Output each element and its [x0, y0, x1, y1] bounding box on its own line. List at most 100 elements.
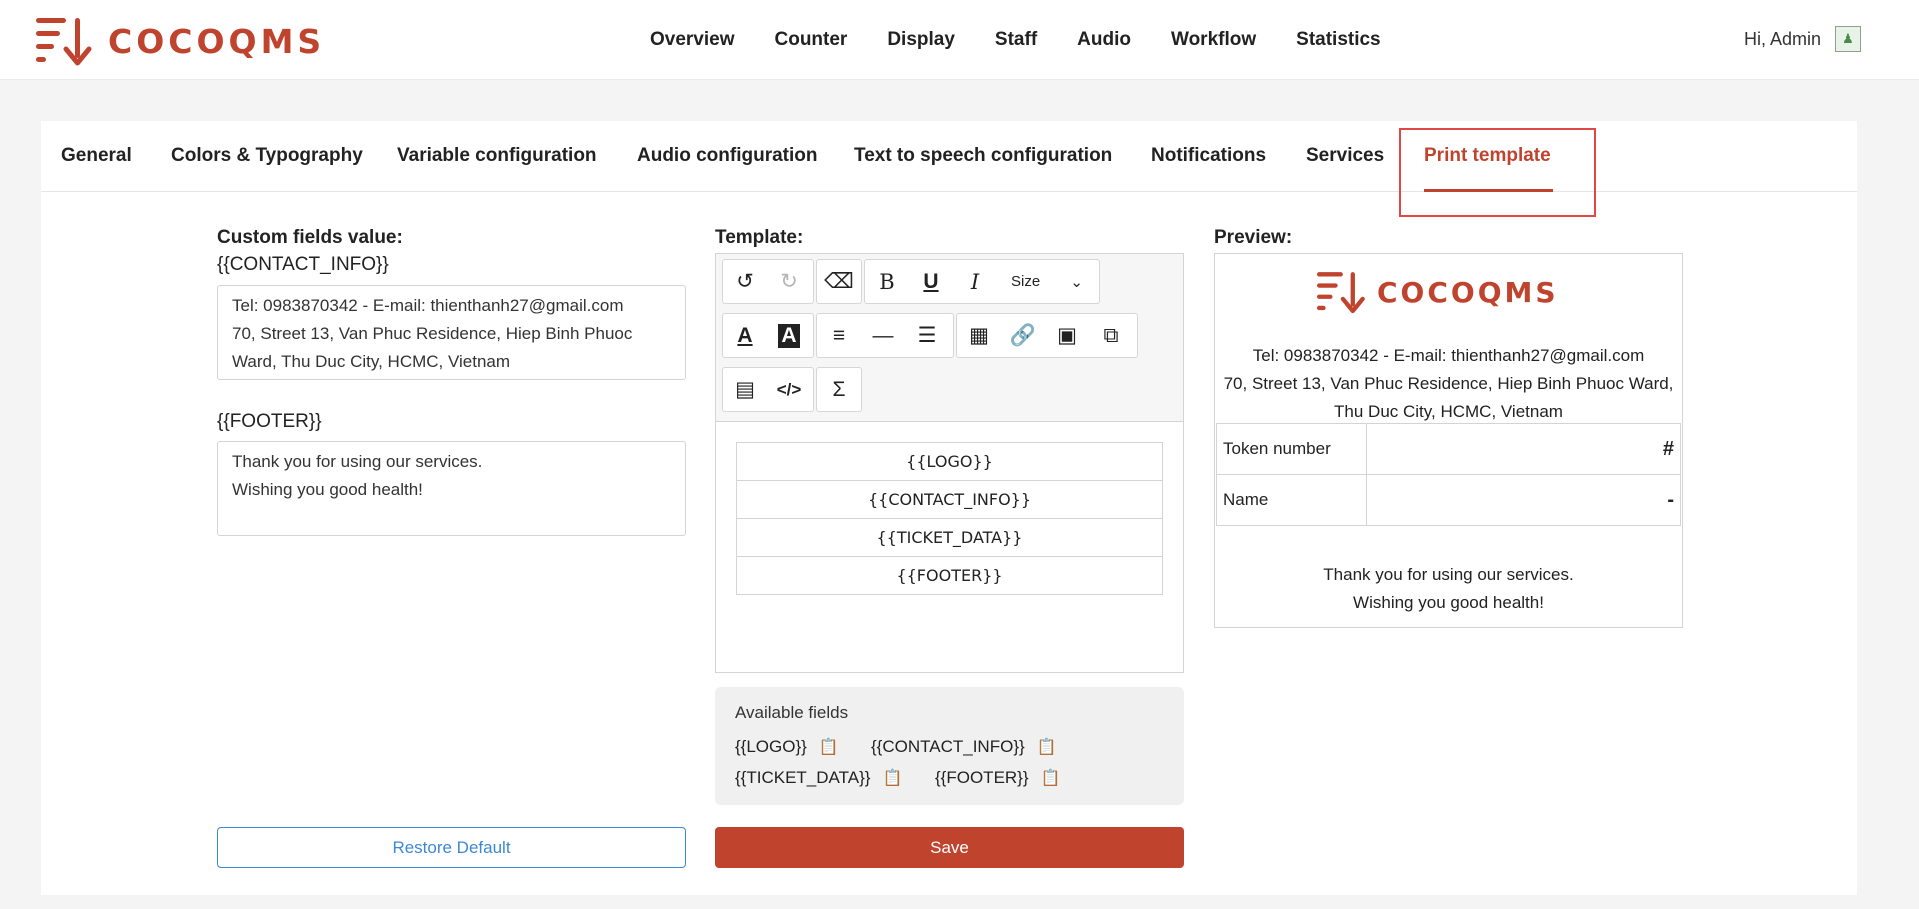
font-size-select[interactable]: Size ⌄ — [997, 260, 1097, 303]
settings-card: General Colors & Typography Variable con… — [41, 121, 1857, 895]
underline-icon[interactable]: U — [909, 260, 953, 303]
bold-icon[interactable]: B — [865, 260, 909, 303]
preview-title: Preview: — [1214, 227, 1293, 248]
nav-workflow[interactable]: Workflow — [1171, 29, 1256, 51]
horizontal-rule-icon[interactable]: — — [861, 314, 905, 357]
custom-fields-title: Custom fields value: — [217, 227, 403, 248]
link-icon[interactable]: 🔗 — [1001, 314, 1045, 357]
top-header: COCOQMS Overview Counter Display Staff A… — [0, 0, 1919, 80]
field-logo: {{LOGO}} 📋 — [735, 737, 839, 757]
field-ticket-data: {{TICKET_DATA}} 📋 — [735, 768, 902, 788]
nav-staff[interactable]: Staff — [995, 29, 1037, 51]
preview-contact-info: Tel: 0983870342 - E-mail: thienthanh27@g… — [1215, 342, 1682, 426]
nav-audio[interactable]: Audio — [1077, 29, 1131, 51]
logo-icon — [36, 18, 92, 66]
text-color-icon[interactable]: A — [723, 314, 767, 357]
chevron-down-icon: ⌄ — [1070, 273, 1083, 291]
template-row-ticket: {{TICKET_DATA}} — [736, 518, 1163, 557]
preview-contact-line: Thu Duc City, HCMC, Vietnam — [1334, 402, 1563, 421]
editor-toolbar: ↺ ↻ ⌫ B U I Size ⌄ A A ≡ — ☰ ▦ 🔗 ▣ ⧉ ▤ <… — [716, 254, 1183, 422]
contact-line: Ward, Thu Duc City, HCMC, Vietnam — [232, 352, 511, 371]
preview-footer-line: Thank you for using our services. — [1323, 565, 1574, 584]
contact-info-textarea[interactable]: Tel: 0983870342 - E-mail: thienthanh27@g… — [217, 285, 686, 380]
paragraph-group: ≡ — ☰ — [816, 313, 954, 358]
footer-line: Thank you for using our services. — [232, 452, 483, 471]
tab-text-to-speech-configuration[interactable]: Text to speech configuration — [854, 145, 1112, 167]
template-block-icon[interactable]: ▤ — [723, 368, 767, 411]
eraser-icon[interactable]: ⌫ — [817, 260, 861, 303]
brand-logo[interactable]: COCOQMS — [36, 16, 325, 66]
preview-logo: COCOQMS — [1317, 270, 1559, 314]
token-number-label: Token number — [1216, 423, 1367, 475]
nav-statistics[interactable]: Statistics — [1296, 29, 1380, 51]
field-name: {{FOOTER}} — [935, 768, 1029, 787]
view-group: ▤ </> — [722, 367, 814, 412]
preview-contact-line: 70, Street 13, Van Phuc Residence, Hiep … — [1223, 374, 1674, 393]
footer-textarea[interactable]: Thank you for using our services. Wishin… — [217, 441, 686, 536]
clear-group: ⌫ — [816, 259, 862, 304]
template-row-contact: {{CONTACT_INFO}} — [736, 480, 1163, 519]
gallery-icon[interactable]: ⧉ — [1089, 314, 1133, 357]
tab-colors-typography[interactable]: Colors & Typography — [171, 145, 363, 167]
name-label: Name — [1216, 474, 1367, 526]
code-view-icon[interactable]: </> — [767, 368, 811, 411]
field-name: {{LOGO}} — [735, 737, 807, 756]
formula-group: Σ — [816, 367, 862, 412]
ordered-list-icon[interactable]: ☰ — [905, 314, 949, 357]
font-size-label: Size — [1011, 273, 1041, 290]
preview-contact-line: Tel: 0983870342 - E-mail: thienthanh27@g… — [1252, 346, 1645, 365]
save-button[interactable]: Save — [715, 827, 1184, 868]
image-icon[interactable]: ▣ — [1045, 314, 1089, 357]
logo-icon — [1317, 272, 1365, 314]
sigma-icon[interactable]: Σ — [817, 368, 861, 411]
background-color-icon[interactable]: A — [767, 314, 811, 357]
template-row-footer: {{FOOTER}} — [736, 556, 1163, 595]
field-name: {{CONTACT_INFO}} — [871, 737, 1025, 756]
table-row: Name - — [1216, 474, 1681, 526]
field-footer: {{FOOTER}} 📋 — [935, 768, 1060, 788]
user-menu[interactable]: Hi, Admin ♟ — [1744, 26, 1861, 52]
nav-counter[interactable]: Counter — [775, 29, 848, 51]
tab-services[interactable]: Services — [1306, 145, 1384, 167]
template-row-logo: {{LOGO}} — [736, 442, 1163, 481]
template-editor: ↺ ↻ ⌫ B U I Size ⌄ A A ≡ — ☰ ▦ 🔗 ▣ ⧉ ▤ <… — [715, 253, 1184, 673]
print-preview: COCOQMS Tel: 0983870342 - E-mail: thient… — [1214, 253, 1683, 628]
italic-icon[interactable]: I — [953, 260, 997, 303]
editor-content[interactable]: {{LOGO}} {{CONTACT_INFO}} {{TICKET_DATA}… — [736, 442, 1163, 595]
nav-display[interactable]: Display — [887, 29, 955, 51]
available-fields-title: Available fields — [735, 703, 849, 722]
template-table: {{LOGO}} {{CONTACT_INFO}} {{TICKET_DATA}… — [736, 442, 1163, 595]
token-number-value: # — [1366, 423, 1681, 475]
tab-variable-configuration[interactable]: Variable configuration — [397, 145, 597, 167]
restore-default-button[interactable]: Restore Default — [217, 827, 686, 868]
table-row: Token number # — [1216, 423, 1681, 475]
tab-highlight-box — [1399, 128, 1596, 217]
copy-icon[interactable]: 📋 — [1037, 737, 1057, 757]
tab-audio-configuration[interactable]: Audio configuration — [637, 145, 817, 167]
user-avatar-icon[interactable]: ♟ — [1835, 26, 1861, 52]
color-group: A A — [722, 313, 814, 358]
copy-icon[interactable]: 📋 — [819, 737, 839, 757]
tab-notifications[interactable]: Notifications — [1151, 145, 1266, 167]
contact-line: Tel: 0983870342 - E-mail: thienthanh27@g… — [232, 296, 624, 315]
nav-overview[interactable]: Overview — [650, 29, 735, 51]
contact-line: 70, Street 13, Van Phuc Residence, Hiep … — [232, 324, 633, 343]
preview-footer-line: Wishing you good health! — [1353, 593, 1544, 612]
footer-label: {{FOOTER}} — [217, 411, 322, 432]
format-group: B U I Size ⌄ — [864, 259, 1100, 304]
field-name: {{TICKET_DATA}} — [735, 768, 871, 787]
undo-icon[interactable]: ↺ — [723, 260, 767, 303]
insert-group: ▦ 🔗 ▣ ⧉ — [956, 313, 1138, 358]
tab-general[interactable]: General — [61, 145, 132, 167]
name-value: - — [1366, 474, 1681, 526]
template-title: Template: — [715, 227, 804, 248]
contact-info-label: {{CONTACT_INFO}} — [217, 254, 389, 275]
copy-icon[interactable]: 📋 — [882, 768, 902, 788]
redo-icon[interactable]: ↻ — [767, 260, 811, 303]
copy-icon[interactable]: 📋 — [1041, 768, 1061, 788]
field-contact-info: {{CONTACT_INFO}} 📋 — [871, 737, 1057, 757]
preview-brand-name: COCOQMS — [1377, 275, 1559, 309]
align-left-icon[interactable]: ≡ — [817, 314, 861, 357]
user-greeting: Hi, Admin — [1743, 28, 1821, 49]
table-icon[interactable]: ▦ — [957, 314, 1001, 357]
